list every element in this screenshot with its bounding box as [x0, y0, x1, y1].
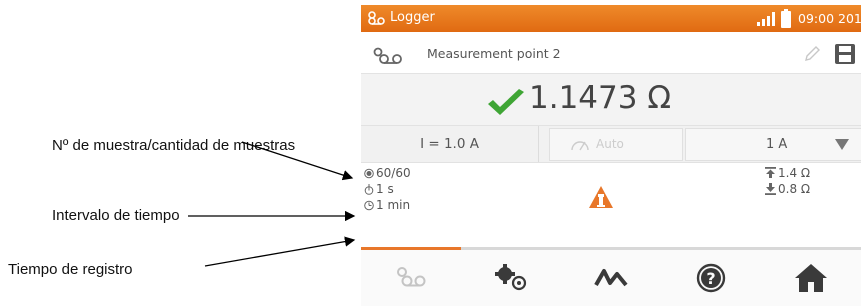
help-icon: ?: [696, 263, 726, 293]
graph-icon: [594, 269, 628, 287]
meter-screen: Logger 09:00 2017.10.27 Measurement poin…: [361, 5, 861, 306]
test-current: I = 1.0 A: [361, 126, 539, 162]
save-icon[interactable]: [834, 43, 856, 65]
measurement-point-bar[interactable]: Measurement point 2: [361, 35, 861, 74]
status-bar: Logger 09:00 2017.10.27: [361, 5, 861, 32]
measurement-point-name: Measurement point 2: [427, 46, 561, 61]
nav-help-button[interactable]: ?: [661, 250, 761, 306]
check-icon: [488, 89, 524, 115]
resistance-value: 1.1473 Ω: [529, 80, 672, 116]
nav-graph-button[interactable]: [561, 250, 661, 306]
logger-icon: [397, 267, 426, 287]
range-select[interactable]: 1 A: [685, 128, 861, 161]
gauge-icon: [571, 141, 589, 151]
logger-info: 60/60 1 s 1 min 1.4 Ω 0.8 Ω: [361, 163, 861, 247]
test-parameters: I = 1.0 A Auto 1 A: [361, 125, 861, 163]
upper-limit-value: 1.4 Ω: [778, 166, 811, 180]
arrow-recording-time: [204, 236, 356, 267]
app-title: Logger: [390, 10, 435, 25]
measurement-result: 1.1473 Ω: [361, 74, 861, 125]
home-icon: [795, 264, 827, 292]
nav-settings-button[interactable]: [461, 250, 561, 306]
date-time: 09:00 2017.10.27: [798, 11, 861, 26]
annotation-interval: Intervalo de tiempo: [52, 207, 180, 224]
auto-mode-button[interactable]: Auto: [549, 128, 683, 161]
lower-limit-icon: [765, 183, 776, 195]
pencil-icon[interactable]: [803, 45, 821, 63]
logger-icon: [373, 47, 402, 64]
nav-logger-button[interactable]: [361, 250, 461, 306]
lower-limit-value: 0.8 Ω: [778, 182, 811, 196]
nav-home-button[interactable]: [761, 250, 861, 306]
logger-icon: [368, 11, 385, 25]
interval-value: 1 s: [376, 182, 394, 196]
duration-value: 1 min: [376, 198, 411, 212]
bottom-navigation: ?: [361, 250, 861, 306]
battery-icon: [781, 9, 791, 28]
svg-text:?: ?: [706, 269, 715, 288]
clock-icon: [364, 200, 374, 211]
signal-icon: [757, 12, 775, 26]
sample-icon: [364, 168, 374, 179]
range-value: 1 A: [766, 137, 788, 152]
upper-limit-icon: [765, 167, 776, 178]
settings-icon: [495, 264, 527, 291]
annotation-recording-time: Tiempo de registro: [8, 261, 133, 278]
stopwatch-icon: [364, 184, 374, 195]
mode-label: Auto: [596, 137, 624, 151]
sample-count-value: 60/60: [376, 166, 411, 180]
annotation-sample-count: Nº de muestra/cantidad de muestras: [52, 137, 296, 154]
caret-down-icon: [835, 139, 849, 150]
warning-icon: [589, 186, 613, 208]
